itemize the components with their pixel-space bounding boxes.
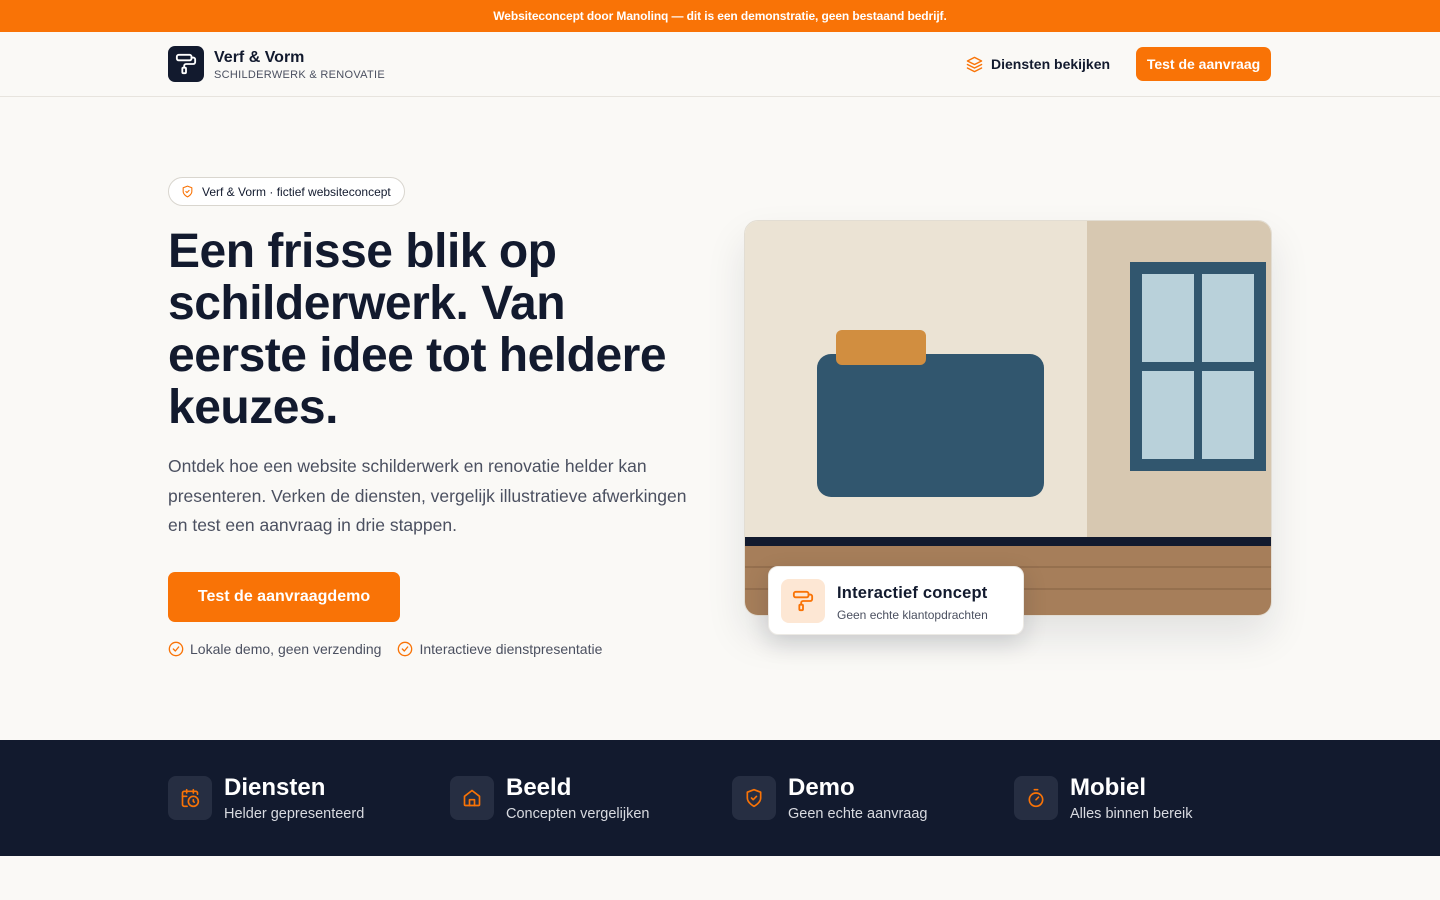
hero-request-demo-button[interactable]: Test de aanvraagdemo [168, 572, 400, 622]
window-pane [1142, 274, 1194, 362]
skirting-board [745, 537, 1271, 546]
feature-icon-box [168, 776, 212, 820]
interactive-concept-card: Interactief concept Geen echte klantopdr… [768, 566, 1024, 635]
card-title: Interactief concept [837, 584, 988, 602]
demo-banner-text: Websiteconcept door Manolinq — dit is ee… [493, 9, 947, 23]
check-circle-icon [398, 641, 413, 657]
demo-banner: Websiteconcept door Manolinq — dit is ee… [0, 0, 1440, 32]
hero-title: Een frisse blik op schilderwerk. Van eer… [168, 225, 667, 434]
nav-services-label: Diensten bekijken [991, 56, 1111, 72]
brand-name[interactable]: Verf & Vorm [214, 49, 304, 67]
sofa [817, 354, 1044, 497]
hero-description: Ontdek hoe een website schilderwerk en r… [168, 456, 687, 535]
concept-badge: Verf & Vorm · fictief websiteconcept [168, 177, 405, 206]
brand-logo[interactable] [168, 46, 204, 82]
features-bar: Diensten Helder gepresenteerd Beeld Conc… [0, 740, 1440, 856]
feature-icon-box [732, 776, 776, 820]
checklist-item: Lokale demo, geen verzending [168, 641, 381, 657]
calendar-clock-icon [181, 788, 200, 808]
cushion [836, 330, 926, 365]
feature-subtitle: Alles binnen bereik [1070, 806, 1193, 822]
window-pane [1202, 274, 1254, 362]
house-icon [463, 789, 481, 807]
checklist-item: Interactieve dienstpresentatie [397, 641, 602, 657]
concept-badge-label: Verf & Vorm · fictief websiteconcept [202, 184, 391, 199]
window-pane [1202, 371, 1254, 459]
feature-title: Mobiel [1070, 774, 1146, 801]
feature-subtitle: Geen echte aanvraag [788, 806, 928, 822]
layers-icon [966, 56, 983, 72]
brand-tagline: SCHILDERWERK & RENOVATIE [214, 69, 386, 81]
feature-subtitle: Concepten vergelijken [506, 806, 650, 822]
room-illustration [744, 220, 1272, 616]
site-header: Verf & Vorm SCHILDERWERK & RENOVATIE Die… [0, 32, 1440, 97]
room-illustration-graphic [745, 221, 1271, 615]
timer-icon [1028, 788, 1044, 808]
nav-services-link[interactable]: Diensten bekijken [966, 54, 1110, 74]
card-icon-box [781, 579, 825, 623]
feature-title: Demo [788, 774, 855, 801]
header-request-button[interactable]: Test de aanvraag [1136, 47, 1271, 81]
feature-icon-box [450, 776, 494, 820]
feature-icon-box [1014, 776, 1058, 820]
shield-check-icon [746, 788, 762, 808]
checklist-item-label: Lokale demo, geen verzending [190, 641, 382, 657]
feature-subtitle: Helder gepresenteerd [224, 806, 365, 822]
hero-checklist: Lokale demo, geen verzending Interactiev… [168, 639, 602, 659]
check-circle-icon [168, 641, 184, 657]
feature-title: Beeld [506, 774, 572, 801]
shield-check-icon [182, 185, 193, 198]
checklist-item-label: Interactieve dienstpresentatie [419, 641, 603, 657]
card-subtitle: Geen echte klantopdrachten [837, 608, 988, 622]
paint-roller-icon [792, 590, 814, 612]
window-pane [1142, 371, 1194, 459]
paint-roller-icon [175, 53, 197, 75]
feature-title: Diensten [224, 774, 326, 801]
